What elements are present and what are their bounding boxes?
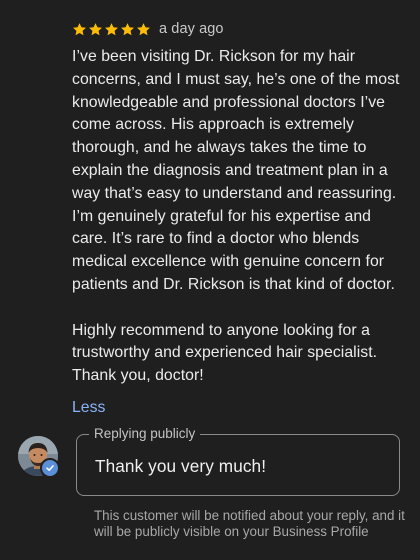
star-icon — [88, 22, 103, 37]
review-card: a day ago I’ve been visiting Dr. Rickson… — [72, 16, 408, 417]
rating-row: a day ago — [72, 16, 408, 42]
star-icon — [72, 22, 87, 37]
review-paragraph: I’ve been visiting Dr. Rickson for my ha… — [72, 48, 400, 202]
star-icon — [136, 22, 151, 37]
star-icon — [120, 22, 135, 37]
review-paragraph: Highly recommend to anyone looking for a… — [72, 321, 378, 385]
review-text: I’ve been visiting Dr. Rickson for my ha… — [72, 46, 408, 388]
verified-check-icon — [40, 458, 60, 478]
review-time: a day ago — [159, 21, 224, 37]
reply-field[interactable]: Replying publicly Thank you very much! — [76, 426, 400, 496]
owner-avatar — [18, 436, 60, 478]
less-link[interactable]: Less — [72, 399, 105, 417]
reply-text-value[interactable]: Thank you very much! — [95, 456, 266, 477]
review-paragraph: I’m genuinely grateful for his expertise… — [72, 207, 395, 293]
star-icon — [104, 22, 119, 37]
star-rating — [72, 22, 151, 37]
reply-visibility-notice: This customer will be notified about you… — [94, 508, 405, 539]
reply-field-label: Replying publicly — [89, 426, 201, 442]
